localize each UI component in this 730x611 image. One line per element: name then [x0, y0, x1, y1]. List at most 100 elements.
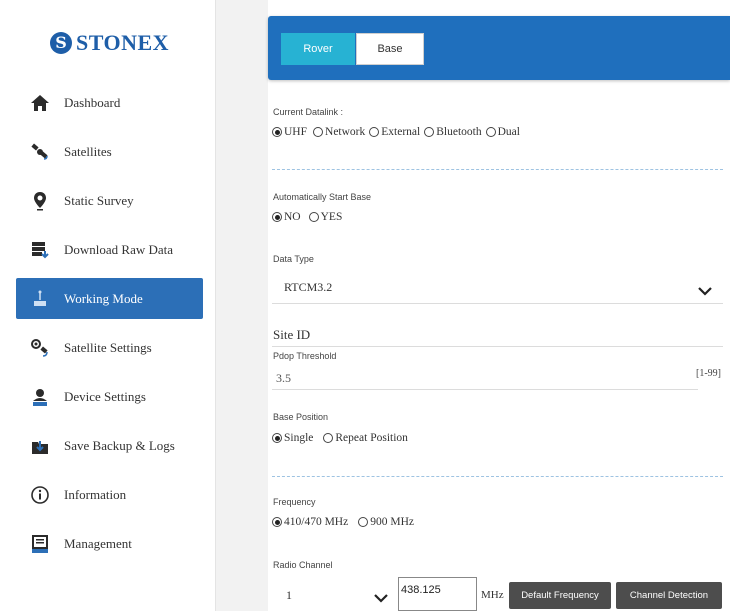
option-label: Network: [325, 126, 366, 138]
sidebar-item-label: Management: [64, 535, 132, 551]
sidebar-item-satellite-settings[interactable]: Satellite Settings: [16, 327, 203, 368]
download-data-icon: [16, 240, 64, 260]
option-label: External: [381, 126, 421, 138]
option-label: Single: [284, 432, 314, 444]
datalink-options: UHF Network External Bluetooth Dual: [272, 126, 524, 138]
radio-unchecked-icon: [485, 127, 496, 137]
frequency-label: Frequency: [273, 497, 316, 507]
management-icon: [16, 534, 64, 554]
tab-rover[interactable]: Rover: [281, 33, 355, 65]
datatype-label: Data Type: [273, 254, 314, 264]
radio-checked-icon: [272, 127, 282, 137]
info-icon: [16, 485, 64, 505]
frequency-input[interactable]: 438.125: [398, 577, 477, 611]
sidebar-item-label: Device Settings: [64, 388, 146, 404]
option-label: UHF: [284, 126, 308, 138]
device-settings-icon: [16, 387, 64, 407]
location-pin-icon: [16, 191, 64, 211]
default-frequency-button[interactable]: Default Frequency: [509, 582, 611, 609]
sidebar-item-dashboard[interactable]: Dashboard: [16, 82, 203, 123]
option-label: 410/470 MHz: [284, 516, 349, 528]
radio-channel-select[interactable]: 1: [286, 588, 292, 603]
pdop-input[interactable]: 3.5: [276, 371, 291, 386]
radio-unchecked-icon: [313, 127, 324, 137]
option-label: Dual: [497, 126, 520, 138]
radio-checked-icon: [272, 433, 282, 443]
option-label: Repeat Position: [335, 432, 408, 444]
option-label: NO: [284, 211, 301, 223]
option-label: 900 MHz: [370, 516, 414, 528]
radio-checked-icon: [272, 212, 282, 222]
sidebar-item-label: Satellites: [64, 143, 112, 159]
frequency-unit: MHz: [481, 589, 504, 601]
sidebar-item-label: Working Mode: [64, 290, 143, 306]
home-icon: [16, 93, 64, 113]
sidebar-item-label: Save Backup & Logs: [64, 437, 175, 453]
sidebar-item-label: Information: [64, 486, 127, 502]
frequency-option-900[interactable]: 900 MHz: [358, 516, 414, 528]
radio-unchecked-icon: [323, 433, 334, 443]
field-underline: [272, 346, 723, 347]
datalink-label: Current Datalink :: [273, 107, 344, 117]
datalink-option-network[interactable]: Network: [313, 126, 365, 138]
sidebar-item-label: Dashboard: [64, 94, 121, 110]
autostart-label: Automatically Start Base: [273, 192, 372, 202]
brand-logo: S STONEX: [50, 30, 169, 56]
autostart-option-no[interactable]: NO: [272, 211, 301, 223]
sidebar-item-information[interactable]: Information: [16, 474, 203, 515]
gutter: [216, 0, 268, 611]
chevron-down-icon[interactable]: [374, 590, 388, 608]
sidebar: S STONEX Dashboard Satellites Static Sur…: [0, 0, 216, 611]
datalink-option-bluetooth[interactable]: Bluetooth: [424, 126, 482, 138]
sidebar-item-label: Download Raw Data: [64, 241, 174, 257]
sidebar-item-static-survey[interactable]: Static Survey: [16, 180, 203, 221]
channel-detection-button[interactable]: Channel Detection: [616, 582, 722, 609]
base-position-option-single[interactable]: Single: [272, 432, 313, 444]
radio-checked-icon: [272, 517, 282, 527]
tab-base[interactable]: Base: [356, 33, 424, 65]
datalink-option-dual[interactable]: Dual: [485, 126, 520, 138]
working-mode-icon: [16, 289, 64, 309]
sidebar-nav: Dashboard Satellites Static Survey Downl…: [16, 82, 203, 572]
field-underline: [272, 303, 723, 304]
autostart-option-yes[interactable]: YES: [308, 211, 343, 223]
chevron-down-icon[interactable]: [698, 283, 712, 301]
base-position-options: Single Repeat Position: [272, 432, 412, 444]
radio-unchecked-icon: [369, 127, 380, 137]
datatype-select[interactable]: RTCM3.2: [284, 280, 332, 295]
option-label: Bluetooth: [436, 126, 482, 138]
base-position-label: Base Position: [273, 412, 329, 422]
sidebar-item-management[interactable]: Management: [16, 523, 203, 564]
sidebar-item-satellites[interactable]: Satellites: [16, 131, 203, 172]
sidebar-item-working-mode[interactable]: Working Mode: [16, 278, 203, 319]
frequency-option-410-470[interactable]: 410/470 MHz: [272, 516, 348, 528]
option-label: YES: [320, 211, 343, 223]
radio-unchecked-icon: [424, 127, 435, 137]
backup-icon: [16, 436, 64, 456]
mode-tab-bar: Rover Base: [268, 16, 730, 80]
datalink-option-external[interactable]: External: [369, 126, 420, 138]
pdop-range: [1-99]: [696, 368, 721, 379]
main-panel: Rover Base Current Datalink : UHF Networ…: [268, 0, 730, 611]
stonex-logo-icon: S: [50, 32, 72, 54]
radio-channel-label: Radio Channel: [273, 560, 333, 570]
autostart-options: NO YES: [272, 211, 346, 223]
section-divider: [272, 476, 723, 477]
sidebar-item-label: Satellite Settings: [64, 339, 152, 355]
sidebar-item-device-settings[interactable]: Device Settings: [16, 376, 203, 417]
radio-unchecked-icon: [308, 212, 319, 222]
frequency-options: 410/470 MHz 900 MHz: [272, 516, 418, 528]
base-position-option-repeat[interactable]: Repeat Position: [323, 432, 408, 444]
section-divider: [272, 169, 723, 170]
sidebar-item-label: Static Survey: [64, 192, 134, 208]
brand-name: STONEX: [76, 30, 170, 55]
sidebar-item-download-raw-data[interactable]: Download Raw Data: [16, 229, 203, 270]
pdop-label: Pdop Threshold: [273, 351, 337, 361]
field-underline: [272, 389, 698, 390]
satellite-icon: [16, 142, 64, 162]
sidebar-item-save-backup-logs[interactable]: Save Backup & Logs: [16, 425, 203, 466]
datalink-option-uhf[interactable]: UHF: [272, 126, 307, 138]
site-id-title: Site ID: [273, 327, 311, 342]
radio-unchecked-icon: [358, 517, 369, 527]
satellite-settings-icon: [16, 338, 64, 358]
